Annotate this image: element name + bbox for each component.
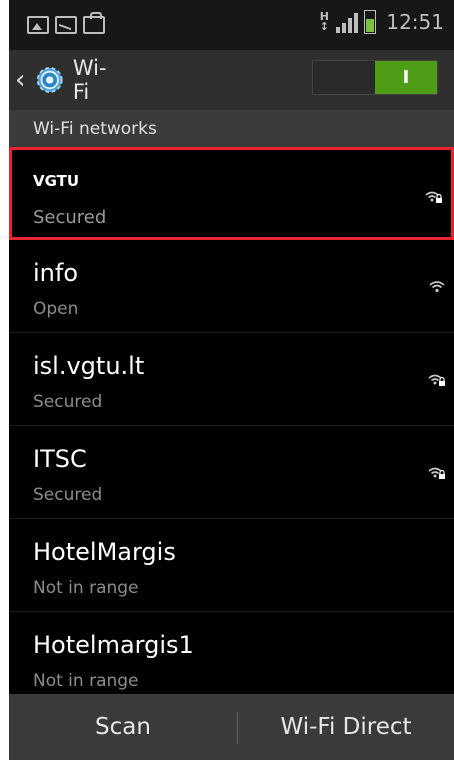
back-button[interactable]: ‹ Wi-Fi	[9, 50, 119, 110]
picture-icon	[27, 16, 49, 34]
bottom-action-bar: Scan Wi-Fi Direct	[9, 694, 454, 760]
phone-screen: H ↕ 12:51 ‹ Wi-Fi I Wi-Fi networks VGTU …	[9, 0, 454, 760]
shopping-bag-icon	[83, 12, 105, 34]
wifi-direct-button[interactable]: Wi-Fi Direct	[238, 694, 454, 760]
wifi-secured-icon	[425, 191, 442, 203]
network-name: info	[33, 259, 79, 287]
network-status: Secured	[33, 207, 107, 228]
network-status: Open	[33, 299, 79, 319]
wifi-open-icon	[429, 281, 445, 293]
network-row-info[interactable]: info Open	[9, 240, 454, 333]
chevron-left-icon: ‹	[15, 65, 26, 95]
network-status: Secured	[33, 392, 103, 412]
page-title: Wi-Fi	[72, 56, 107, 104]
network-list: VGTU Secured info Open isl.vgtu.lt Secur…	[9, 147, 454, 705]
wifi-secured-icon	[428, 467, 445, 479]
network-name: VGTU	[33, 172, 80, 190]
network-status: Not in range	[33, 578, 139, 598]
network-name: Hotelmargis1	[33, 631, 194, 659]
message-icon	[55, 16, 77, 34]
action-bar: ‹ Wi-Fi I	[9, 50, 454, 110]
scan-button[interactable]: Scan	[9, 694, 237, 760]
notification-icons	[27, 12, 105, 34]
network-row-hotelmargis[interactable]: HotelMargis Not in range	[9, 519, 454, 612]
network-row-isl-vgtu[interactable]: isl.vgtu.lt Secured	[9, 333, 454, 426]
wifi-secured-icon	[428, 374, 445, 386]
section-header: Wi-Fi networks	[9, 110, 454, 147]
signal-strength-icon	[336, 11, 359, 33]
section-header-label: Wi-Fi networks	[33, 119, 157, 139]
network-status: Secured	[33, 485, 103, 505]
network-row-itsc[interactable]: ITSC Secured	[9, 426, 454, 519]
battery-icon	[364, 10, 377, 34]
toggle-on-indicator: I	[375, 61, 437, 94]
network-type-indicator: H ↕	[319, 10, 329, 33]
status-bar: H ↕ 12:51	[9, 0, 454, 50]
network-row-vgtu[interactable]: VGTU Secured	[9, 147, 454, 240]
network-name: isl.vgtu.lt	[33, 352, 145, 380]
network-row-hotelmargis1[interactable]: Hotelmargis1 Not in range	[9, 612, 454, 705]
network-name: ITSC	[33, 445, 87, 473]
network-name: HotelMargis	[33, 538, 176, 566]
wifi-toggle[interactable]: I	[312, 60, 438, 95]
status-indicators: H ↕ 12:51	[318, 10, 444, 34]
network-status: Not in range	[33, 671, 139, 691]
settings-gear-icon	[37, 67, 64, 93]
network-type-label: H	[319, 10, 329, 23]
clock: 12:51	[386, 10, 444, 34]
